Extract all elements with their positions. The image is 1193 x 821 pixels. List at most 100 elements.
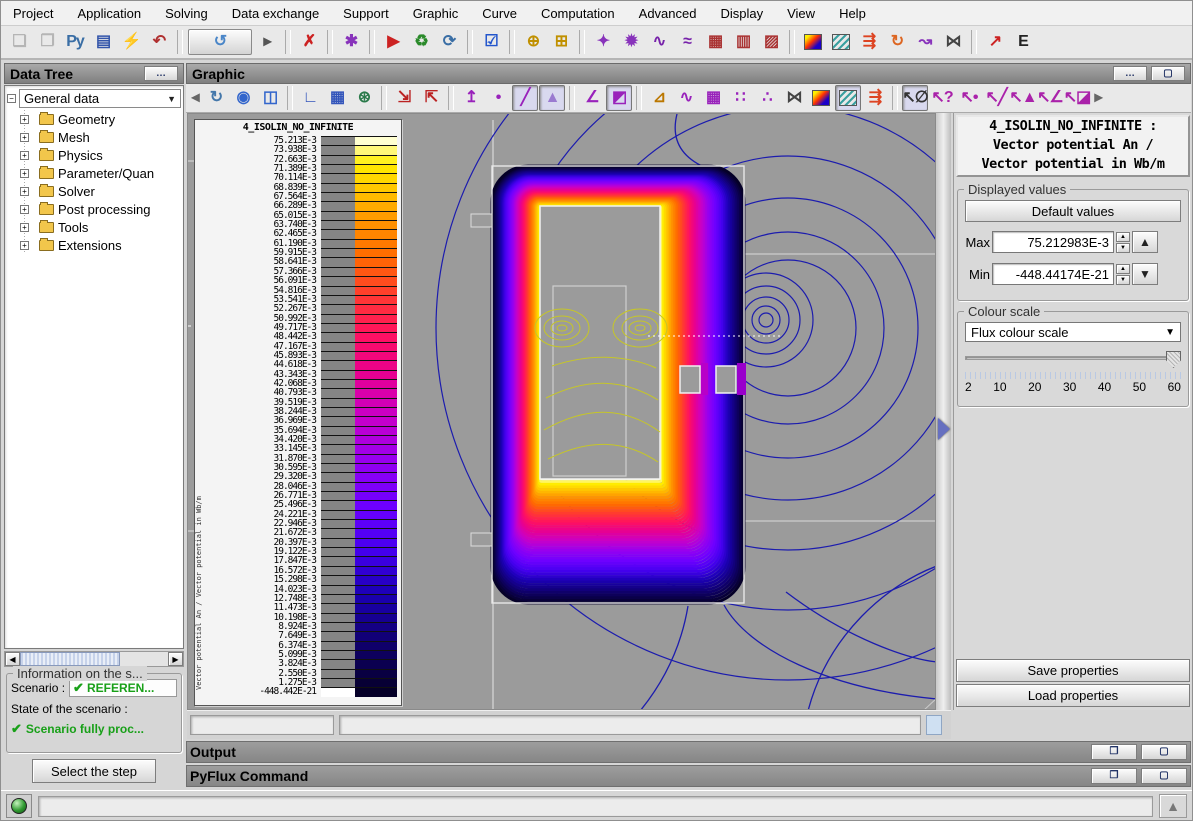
menu-curve[interactable]: Curve: [482, 6, 517, 21]
expand-up-button[interactable]: ▲: [1159, 794, 1187, 818]
curve-vs-path-button[interactable]: ≈: [674, 29, 700, 55]
collapse-icon[interactable]: −: [7, 94, 16, 103]
show-samples-button[interactable]: ∴: [754, 85, 780, 111]
menu-support[interactable]: Support: [343, 6, 389, 21]
revert-project-button[interactable]: ↶: [146, 29, 172, 55]
expand-icon[interactable]: +: [20, 223, 29, 232]
slider-handle[interactable]: [1166, 351, 1181, 368]
select-none-button[interactable]: ↖∅: [902, 85, 928, 111]
new-project-button[interactable]: ❏: [6, 29, 32, 55]
output-float-button[interactable]: ❐: [1091, 744, 1137, 760]
select-info-button[interactable]: ↖?: [929, 85, 955, 111]
show-lines-button[interactable]: ╱: [512, 85, 538, 111]
zoom-button[interactable]: ◉: [230, 85, 256, 111]
tree-item-physics[interactable]: +Physics: [20, 146, 181, 164]
update-tables-button[interactable]: ♻: [408, 29, 434, 55]
menu-computation[interactable]: Computation: [541, 6, 615, 21]
color-shade-button[interactable]: [800, 29, 826, 55]
tree-item-post-processing[interactable]: +Post processing: [20, 200, 181, 218]
min-value-input[interactable]: -448.44174E-21: [992, 263, 1114, 285]
zoom-region-button[interactable]: ◫: [257, 85, 283, 111]
panel-splitter[interactable]: [936, 113, 951, 710]
tree-item-mesh[interactable]: +Mesh: [20, 128, 181, 146]
menu-data-exchange[interactable]: Data exchange: [232, 6, 319, 21]
chart-io-time-button[interactable]: ▨: [758, 29, 784, 55]
compute-region-button[interactable]: ⊞: [548, 29, 574, 55]
pyflux-panel-bar[interactable]: PyFlux Command ❐ ▢: [186, 765, 1191, 787]
menu-advanced[interactable]: Advanced: [639, 6, 697, 21]
standard-views-button[interactable]: ▦: [324, 85, 350, 111]
compute-sensor-button[interactable]: ✦: [590, 29, 616, 55]
menu-display[interactable]: Display: [720, 6, 763, 21]
isolines-button[interactable]: [835, 85, 861, 111]
run-python-file-button[interactable]: ⚡: [118, 29, 144, 55]
slider-track[interactable]: [965, 356, 1173, 360]
axes-3d-button[interactable]: ⊿: [646, 85, 672, 111]
expand-icon[interactable]: +: [20, 151, 29, 160]
show-points-button[interactable]: •: [485, 85, 511, 111]
expand-icon[interactable]: +: [20, 169, 29, 178]
min-spinner[interactable]: ▲ ▼: [1116, 264, 1130, 285]
chart-io-grid-button[interactable]: ▥: [730, 29, 756, 55]
scrollbar-thumb[interactable]: [20, 652, 120, 666]
tree-item-parameter-quan[interactable]: +Parameter/Quan: [20, 164, 181, 182]
save-properties-button[interactable]: Save properties: [956, 659, 1190, 682]
arrows-path-button[interactable]: ↝: [912, 29, 938, 55]
show-mesh-button[interactable]: ▦: [700, 85, 726, 111]
min-step-down-button[interactable]: ▼: [1132, 263, 1158, 285]
axes-xy-button[interactable]: ∟: [297, 85, 323, 111]
spin-down-icon[interactable]: ▼: [1116, 275, 1130, 285]
select-step-button[interactable]: Select the step: [32, 759, 156, 783]
scroll-right-arrow[interactable]: ▶: [168, 652, 183, 666]
strip-mini-button[interactable]: [926, 715, 942, 735]
undo-button[interactable]: ↺: [188, 29, 252, 55]
python-editor-button[interactable]: Py: [62, 29, 88, 55]
show-faces-button[interactable]: ▲: [539, 85, 565, 111]
menu-solving[interactable]: Solving: [165, 6, 208, 21]
export-image-button[interactable]: ⇱: [418, 85, 444, 111]
colour-count-slider[interactable]: [965, 350, 1181, 368]
tree-root-combobox[interactable]: General data ▼: [19, 89, 181, 108]
tree-item-solver[interactable]: +Solver: [20, 182, 181, 200]
load-properties-button[interactable]: Load properties: [956, 684, 1190, 707]
menu-view[interactable]: View: [787, 6, 815, 21]
delete-results-button[interactable]: ✗: [296, 29, 322, 55]
show-polyline-button[interactable]: ∠: [579, 85, 605, 111]
tree-item-geometry[interactable]: +Geometry: [20, 110, 181, 128]
output-maximize-button[interactable]: ▢: [1141, 744, 1187, 760]
graphic-maximize-button[interactable]: ▢: [1151, 66, 1185, 81]
max-spinner[interactable]: ▲ ▼: [1116, 232, 1130, 253]
coordinate-system-button[interactable]: ↥: [458, 85, 484, 111]
expand-icon[interactable]: +: [20, 115, 29, 124]
refresh-view-button[interactable]: ↻: [203, 85, 229, 111]
refresh-tables-button[interactable]: ⟳: [436, 29, 462, 55]
field-arrows-button[interactable]: ⇶: [862, 85, 888, 111]
show-path-button[interactable]: ∿: [673, 85, 699, 111]
colour-scale-combobox[interactable]: Flux colour scale ▼: [965, 322, 1181, 342]
select-volume-button[interactable]: ↖◪: [1064, 85, 1090, 111]
save-project-button[interactable]: ▤: [90, 29, 116, 55]
scroll-left-button[interactable]: ◂: [188, 85, 202, 111]
chart-io-clock-button[interactable]: ▦: [702, 29, 728, 55]
vector-display-button[interactable]: ↗: [982, 29, 1008, 55]
select-point-button[interactable]: ↖•: [956, 85, 982, 111]
select-line-button[interactable]: ↖╱: [983, 85, 1009, 111]
menu-help[interactable]: Help: [839, 6, 866, 21]
color-map-button[interactable]: [808, 85, 834, 111]
sandglass-button[interactable]: ⋈: [781, 85, 807, 111]
scroll-right-button[interactable]: ▸: [1091, 85, 1105, 111]
compute-grid-button[interactable]: ✹: [618, 29, 644, 55]
curve-vs-time-button[interactable]: ∿: [646, 29, 672, 55]
data-tree-menu-button[interactable]: …: [144, 66, 178, 81]
expand-icon[interactable]: +: [20, 205, 29, 214]
expand-panel-arrow-icon[interactable]: [938, 418, 950, 440]
isovalues-button[interactable]: [828, 29, 854, 55]
menu-project[interactable]: Project: [13, 6, 53, 21]
arrows-field-button[interactable]: ⇶: [856, 29, 882, 55]
pyflux-float-button[interactable]: ❐: [1091, 768, 1137, 784]
show-nodes-button[interactable]: ∷: [727, 85, 753, 111]
tree-item-extensions[interactable]: +Extensions: [20, 236, 181, 254]
check-physics-button[interactable]: ☑: [478, 29, 504, 55]
max-value-input[interactable]: 75.212983E-3: [992, 231, 1114, 253]
select-polyline-button[interactable]: ↖∠: [1037, 85, 1063, 111]
